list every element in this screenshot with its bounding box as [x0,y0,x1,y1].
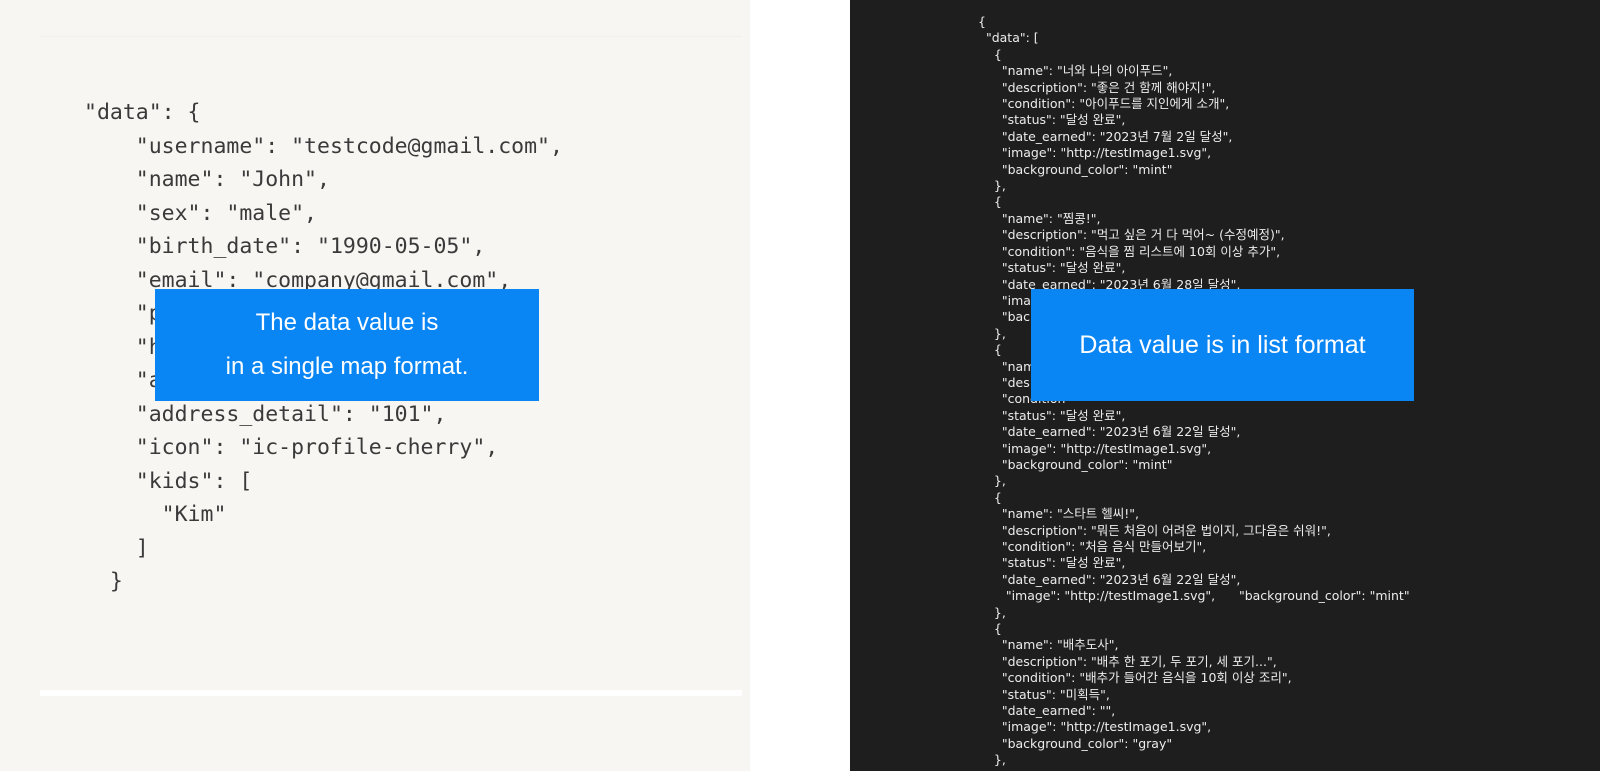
map-format-callout-line-1: The data value is [255,309,439,336]
list-format-callout: Data value is in list format [1031,289,1414,401]
divider [40,690,742,696]
map-format-callout-line-2: in a single map format. [225,353,469,380]
map-format-callout: The data value is in a single map format… [155,289,539,401]
